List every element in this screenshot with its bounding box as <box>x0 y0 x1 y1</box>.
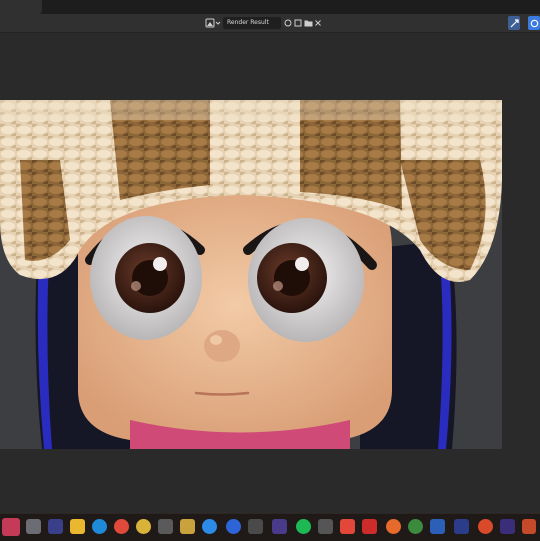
acrobat-icon[interactable] <box>362 519 377 534</box>
zoom-icon[interactable] <box>226 519 241 534</box>
chrome-profile-icon[interactable] <box>136 519 151 534</box>
app-icon[interactable] <box>522 519 536 534</box>
chrome-icon[interactable] <box>202 519 217 534</box>
jw-app-icon[interactable] <box>272 519 287 534</box>
workspace-tab[interactable] <box>0 0 42 14</box>
camera-icon[interactable] <box>340 519 355 534</box>
fake-user-icon[interactable] <box>283 17 293 29</box>
render-result-image <box>0 100 502 449</box>
app-icon[interactable] <box>248 519 263 534</box>
chrome-alt-icon[interactable] <box>180 519 195 534</box>
chrome-icon[interactable] <box>386 519 401 534</box>
app-icon[interactable] <box>48 519 63 534</box>
chrome-icon[interactable] <box>408 519 423 534</box>
open-image-icon[interactable] <box>303 17 313 29</box>
window-top-strip <box>0 0 540 14</box>
close-icon[interactable] <box>313 17 323 29</box>
app-icon[interactable] <box>500 519 515 534</box>
task-view-icon[interactable] <box>26 519 41 534</box>
calculator-icon[interactable] <box>158 519 173 534</box>
blender-icon[interactable] <box>478 519 493 534</box>
viewport-shading-icon[interactable] <box>528 16 540 30</box>
image-name-field[interactable]: Render Result <box>223 17 281 29</box>
file-explorer-icon[interactable] <box>70 519 85 534</box>
photoshop-icon[interactable] <box>454 519 469 534</box>
overlay-icon[interactable] <box>508 16 520 30</box>
image-editor-header: Render Result <box>0 14 540 33</box>
app-icon[interactable] <box>318 519 333 534</box>
spotify-icon[interactable] <box>296 519 311 534</box>
new-image-icon[interactable] <box>293 17 303 29</box>
start-icon[interactable] <box>2 518 20 536</box>
edge-icon[interactable] <box>92 519 107 534</box>
chrome-icon[interactable] <box>114 519 129 534</box>
image-type-icon[interactable] <box>205 17 221 29</box>
app-icon[interactable] <box>430 519 445 534</box>
windows-taskbar <box>0 513 540 541</box>
